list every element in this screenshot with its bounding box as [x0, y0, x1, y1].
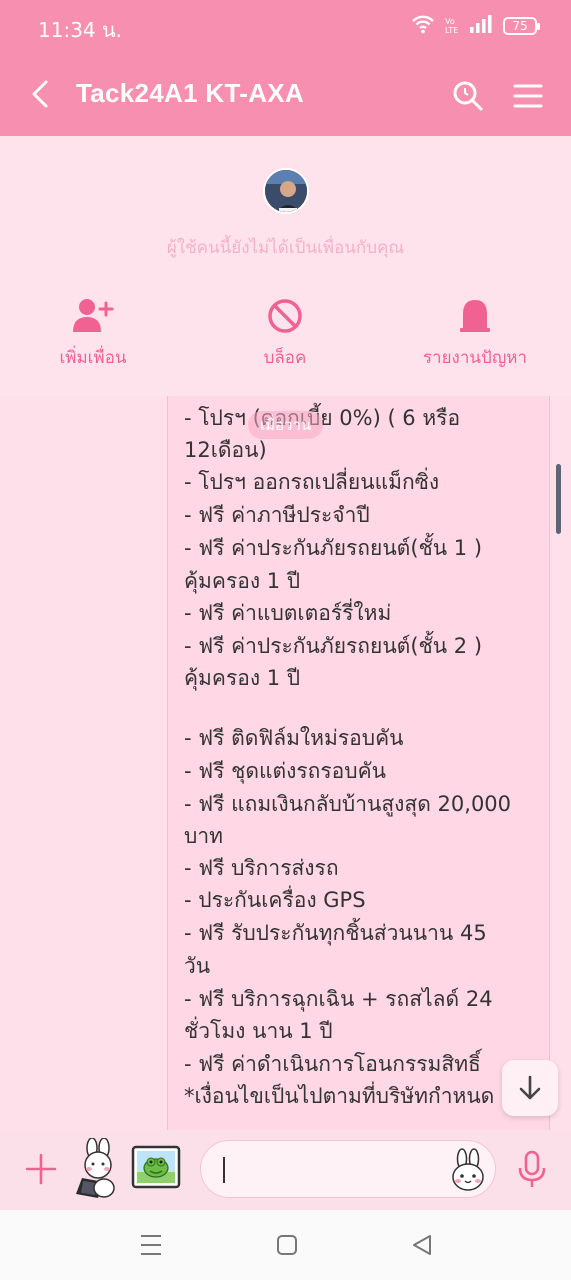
mic-icon: [518, 1150, 546, 1187]
message-line: - ประกันเครื่อง GPS: [184, 888, 366, 912]
message-line: - ฟรี แถมเงินกลับบ้านสูงสุด 20,000: [184, 792, 512, 816]
status-bar: 11:34 น. Vo LTE 75: [0, 0, 571, 54]
message-line: - โปรฯ ออกรถเปลี่ยนแม็กซิ่ง: [184, 470, 440, 494]
message-line: - ฟรี ค่าประกันภัยรถยนต์(ชั้น 2 ): [184, 634, 483, 658]
message-line: - ฟรี ค่าแบตเตอร์รี่ใหม่: [184, 601, 392, 625]
message-line: - ฟรี ค่าดำเนินการโอนกรรมสิทธิ์: [184, 1052, 481, 1076]
text-caret: [223, 1157, 225, 1183]
message-line: - ฟรี ชุดแต่งรถรอบคัน: [184, 759, 387, 783]
message-line: คุ้มครอง 1 ปี: [184, 569, 301, 593]
input-bar: [0, 1130, 571, 1210]
report-icon: [460, 300, 490, 332]
system-nav-bar: [0, 1210, 571, 1280]
chat-area[interactable]: - โปรฯ (ดอกเบี้ย 0%) ( 6 หรือ เมื่อวาน 1…: [0, 396, 571, 1130]
message-line: บาท: [184, 824, 223, 848]
search-icon: [453, 81, 483, 111]
block-label: บล็อค: [263, 348, 307, 368]
message-line: - ฟรี ค่าประกันภัยรถยนต์(ชั้น 1 ): [184, 536, 483, 560]
status-time: 11:34 น.: [38, 18, 123, 42]
arrow-down-icon: [519, 1075, 541, 1100]
plus-button[interactable]: [22, 1150, 60, 1188]
volte-icon: Vo LTE: [445, 17, 459, 35]
scroll-to-bottom-button[interactable]: [502, 1060, 558, 1116]
block-button[interactable]: บล็อค: [210, 296, 360, 371]
home-icon: [277, 1235, 297, 1255]
emoji-icon: [452, 1148, 484, 1191]
frog-sticker-icon: [131, 1145, 181, 1189]
message-line: *เงื่อนไขเป็นไปตามที่บริษัทกำหนด: [184, 1084, 495, 1108]
wifi-icon: [411, 14, 435, 38]
not-friend-notice: ผู้ใช้คนนี้ยังไม่ได้เป็นเพื่อนกับคุณ: [166, 238, 405, 258]
back-nav-button[interactable]: [408, 1232, 438, 1258]
chat-title[interactable]: Tack24A1 KT-AXA: [76, 78, 304, 109]
message-line: - ฟรี ติดฟิล์มใหม่รอบคัน: [184, 726, 404, 750]
message-input[interactable]: [200, 1140, 496, 1198]
status-icons: Vo LTE 75: [411, 14, 540, 38]
back-nav-icon: [413, 1235, 431, 1255]
message-line: - ฟรี ค่าภาษีประจำปี: [184, 503, 370, 527]
frog-sticker-button[interactable]: [130, 1144, 182, 1192]
search-button[interactable]: [448, 76, 488, 116]
message-line: - ฟรี รับประกันทุกชิ้นส่วนนาน 45: [184, 921, 487, 945]
message-line: - ฟรี บริการส่งรถ: [184, 856, 339, 880]
mic-button[interactable]: [512, 1148, 552, 1190]
message-line: คุ้มครอง 1 ปี: [184, 666, 301, 690]
recent-apps-button[interactable]: [136, 1232, 166, 1258]
recent-apps-icon: [141, 1235, 161, 1255]
emoji-button[interactable]: [445, 1147, 491, 1193]
back-icon: [32, 80, 48, 108]
menu-button[interactable]: [508, 76, 548, 116]
message-line: - ฟรี บริการฉุกเฉิน + รถสไลด์ 24: [184, 987, 493, 1011]
message-line: 12เดือน): [184, 438, 267, 462]
add-friend-icon: [73, 299, 114, 332]
report-button[interactable]: รายงานปัญหา: [400, 296, 550, 371]
menu-icon: [513, 84, 543, 108]
message-line: วัน: [184, 954, 211, 978]
signal-icon: [469, 14, 493, 38]
profile-panel: ผู้ใช้คนนี้ยังไม่ได้เป็นเพื่อนกับคุณ เพิ…: [0, 136, 571, 396]
plus-icon: [25, 1153, 57, 1185]
scrollbar[interactable]: [556, 464, 561, 534]
block-icon: [268, 299, 302, 333]
chat-header: Tack24A1 KT-AXA: [0, 54, 571, 136]
avatar-image: [265, 170, 307, 212]
cony-sticker-icon: [76, 1137, 115, 1198]
battery-icon: 75: [503, 17, 540, 35]
report-label: รายงานปัญหา: [422, 348, 528, 368]
message-line: ชั่วโมง นาน 1 ปี: [184, 1019, 333, 1043]
add-friend-label: เพิ่มเพื่อน: [59, 348, 127, 368]
add-friend-button[interactable]: เพิ่มเพื่อน: [18, 296, 168, 371]
avatar[interactable]: [263, 168, 309, 214]
cony-sticker-button[interactable]: [68, 1137, 122, 1200]
back-button[interactable]: [24, 74, 64, 114]
home-button[interactable]: [272, 1232, 302, 1258]
